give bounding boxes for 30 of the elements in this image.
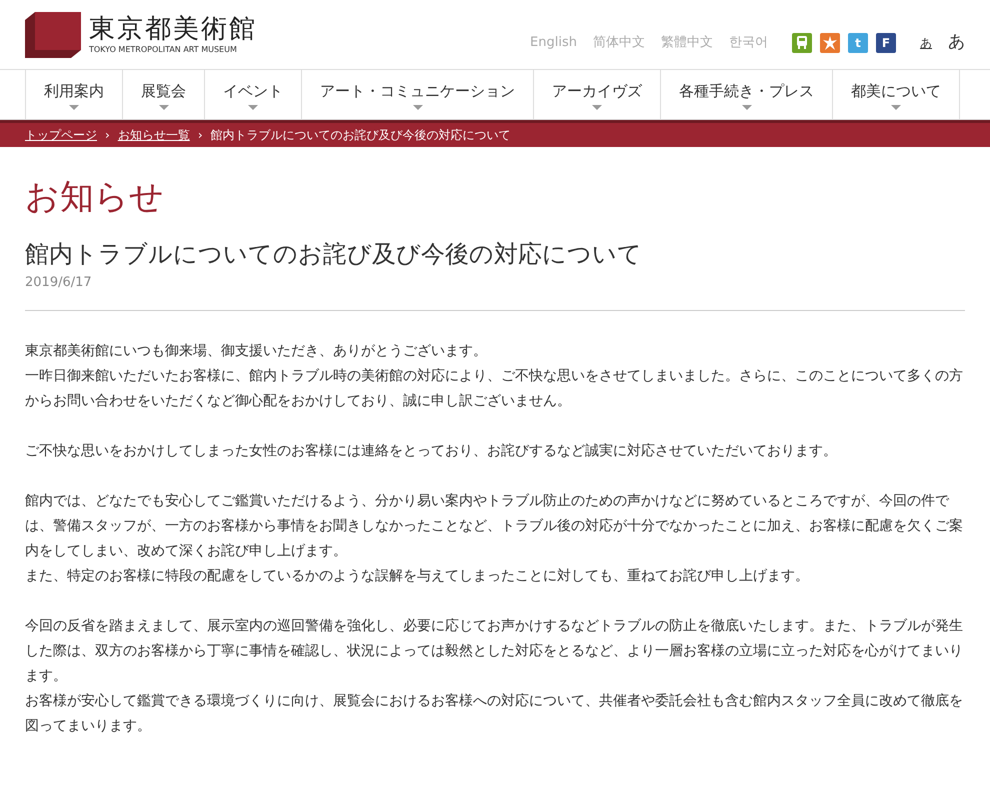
paragraph-text: ご不快な思いをおかけしてしまった女性のお客様には連絡をとっており、お詫びするなど誠実に対応させていただいております。	[25, 442, 838, 462]
logo-text[interactable]: 東京都美術館	[89, 16, 257, 42]
logo-subtitle: TOKYO METROPOLITAN ART MUSEUM	[89, 46, 238, 54]
article-date: 2019/6/17	[25, 274, 93, 292]
caret-icon	[412, 105, 422, 110]
breadcrumb-link[interactable]: お知らせ一覧	[118, 126, 190, 144]
font-size-button[interactable]: あ	[920, 34, 932, 52]
paragraph-text: また、特定のお客様に特段の配慮をしているかのような誤解を与えてしまったことに対しても、重ねてお詫び申し上げます。	[25, 567, 810, 586]
paragraph-text: 東京都美術館にいつも御来場、御支援いただき、ありがとうございます。	[25, 342, 488, 362]
facebook-icon[interactable]: F	[876, 32, 896, 52]
breadcrumb-separator-icon: ›	[198, 126, 203, 144]
bus-icon[interactable]	[792, 32, 812, 52]
splash-icon[interactable]	[820, 32, 840, 52]
caret-icon	[891, 105, 901, 110]
section-heading: お知らせ	[25, 177, 165, 218]
paragraph-text: 館内では、どなたでも安心してご鑑賞いただけるよう、分かり易い案内やトラブル防止のための声かけなどに努めているところですが、今回の件では、警備スタッフが、一方のお客様から事情をお聞きしなかったことなど、トラブル後の対応が十分でなかったことに加え、お客様に配慮を欠くご案内をしてしまい、改めて深くお詫び申し上げます。	[25, 492, 964, 562]
breadcrumb-link[interactable]: トップページ	[25, 126, 97, 144]
breadcrumb-current: 館内トラブルについてのお詫び及び今後の対応について	[210, 127, 511, 144]
font-size-button[interactable]: あ	[948, 30, 965, 56]
paragraph-text: お客様が安心して鑑賞できる環境づくりに向け、展覧会におけるお客様への対応について、共催者や委託会社も含む館内スタッフ全員に改めて徹底を図ってまいります。	[25, 692, 964, 736]
caret-icon	[742, 105, 752, 110]
logo-cube-icon	[25, 12, 81, 58]
caret-icon	[248, 105, 258, 110]
article-title: 館内トラブルについてのお詫び及び今後の対応について	[25, 240, 643, 269]
caret-icon	[158, 105, 168, 110]
caret-icon	[69, 105, 79, 110]
paragraph-text: 一昨日御来館いただいたお客様に、館内トラブル時の美術館の対応により、ご不快な思いをさせてしまいました。さらに、このことについて多くの方からお問い合わせをいただくなど御心配をおかけしており、誠に申し訳ございません。	[25, 367, 964, 412]
breadcrumb-separator-icon: ›	[105, 126, 110, 144]
caret-icon	[592, 105, 602, 110]
paragraph-text: 今回の反省を踏まえまして、展示室内の巡回警備を強化し、必要に応じてお声かけするなどトラブルの防止を徹底いたします。また、トラブルが発生した際は、双方のお客様から丁寧に事情を確認し、状況によっては毅然とした対応をとるなど、より一層お客様の立場に立った対応を心がけてまいります。	[25, 617, 964, 686]
